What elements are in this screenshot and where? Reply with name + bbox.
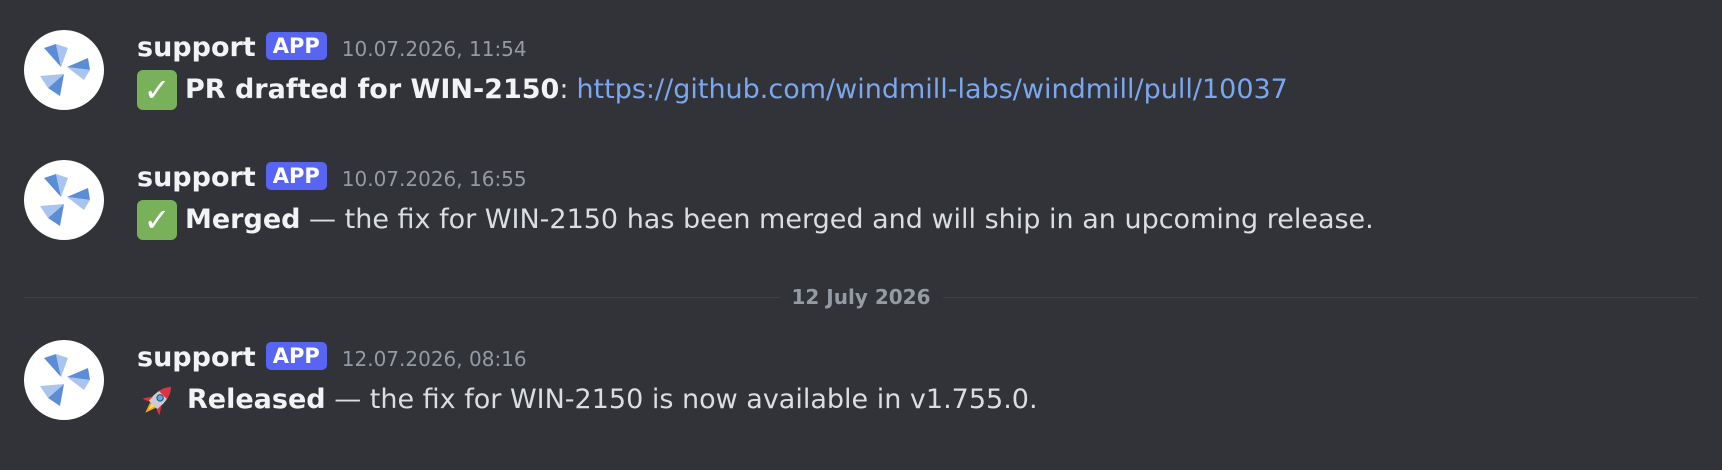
message-content: Released — the fix for WIN-2150 is now a… xyxy=(137,380,1038,420)
username[interactable]: support xyxy=(137,162,256,193)
windmill-logo-icon xyxy=(40,174,90,226)
message-header: support APP 10.07.2026, 11:54 xyxy=(137,28,527,66)
message-text: — the fix for WIN-2150 has been merged a… xyxy=(300,204,1374,235)
app-badge: APP xyxy=(265,32,327,60)
message: support APP 10.07.2026, 11:54 ✓ PR draft… xyxy=(0,22,1722,122)
username[interactable]: support xyxy=(137,342,256,373)
message-text: — the fix for WIN-2150 is now available … xyxy=(325,384,1038,415)
avatar[interactable] xyxy=(24,160,104,240)
message-bold-text: Released xyxy=(187,384,326,415)
rocket-icon xyxy=(137,379,179,421)
message-bold-text: PR drafted for WIN-2150 xyxy=(185,74,560,105)
timestamp: 10.07.2026, 16:55 xyxy=(341,167,527,191)
timestamp: 10.07.2026, 11:54 xyxy=(341,37,527,61)
app-badge: APP xyxy=(265,162,327,190)
date-divider-line xyxy=(24,297,1698,298)
message-header: support APP 12.07.2026, 08:16 xyxy=(137,338,527,376)
message: support APP 10.07.2026, 16:55 ✓ Merged —… xyxy=(0,152,1722,252)
message-text: : xyxy=(559,74,569,105)
message-content: ✓ Merged — the fix for WIN-2150 has been… xyxy=(137,200,1374,240)
timestamp: 12.07.2026, 08:16 xyxy=(341,347,527,371)
pull-request-link[interactable]: https://github.com/windmill-labs/windmil… xyxy=(576,70,1287,110)
message: support APP 12.07.2026, 08:16 Released —… xyxy=(0,332,1722,432)
app-badge: APP xyxy=(265,342,327,370)
windmill-logo-icon xyxy=(40,354,90,406)
white-check-mark-icon: ✓ xyxy=(137,200,177,240)
message-bold-text: Merged xyxy=(185,204,301,235)
username[interactable]: support xyxy=(137,32,256,63)
message-content: ✓ PR drafted for WIN-2150 : https://gith… xyxy=(137,70,1288,110)
avatar[interactable] xyxy=(24,30,104,110)
message-header: support APP 10.07.2026, 16:55 xyxy=(137,158,527,196)
white-check-mark-icon: ✓ xyxy=(137,70,177,110)
avatar[interactable] xyxy=(24,340,104,420)
windmill-logo-icon xyxy=(40,44,90,96)
